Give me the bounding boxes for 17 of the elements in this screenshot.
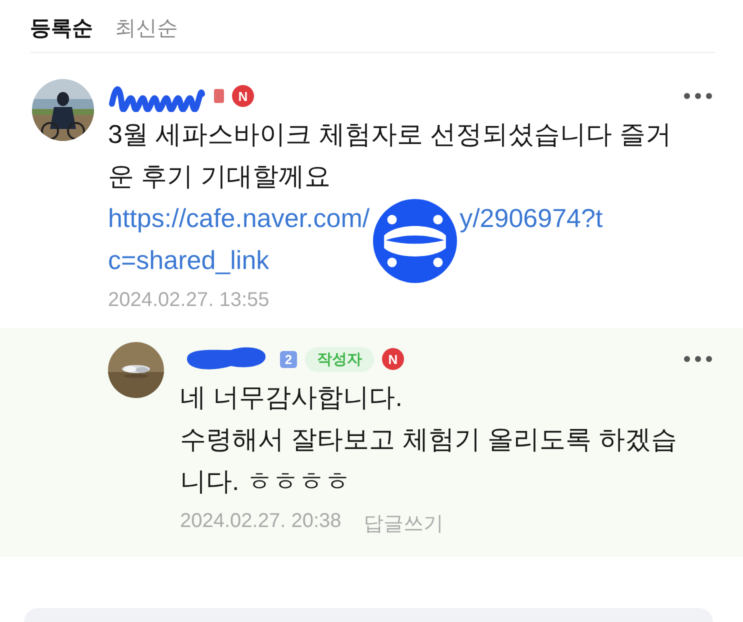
comment-date: 2024.02.27. 20:38 bbox=[180, 510, 342, 534]
level-badge-icon bbox=[214, 89, 224, 103]
sort-tab[interactable]: 최신순 bbox=[115, 14, 178, 42]
comment-date: 2024.02.27. 13:55 bbox=[108, 289, 270, 312]
new-badge: N bbox=[232, 85, 254, 107]
comment-text: 네 너무감사합니다. 수령해서 잘타보고 체험기 올리도록 하겠습니다. ㅎㅎㅎㅎ bbox=[180, 381, 678, 498]
reply-button[interactable]: 답글쓰기 bbox=[363, 510, 444, 537]
writer-badge: 작성자 bbox=[305, 346, 374, 372]
level-badge: 2 bbox=[280, 350, 297, 368]
more-icon[interactable] bbox=[683, 92, 713, 100]
more-icon[interactable] bbox=[683, 355, 713, 363]
link[interactable]: c=shared_link bbox=[108, 245, 270, 275]
link[interactable]: y/2906974?t bbox=[460, 203, 603, 233]
comment-text: 3월 세파스바이크 체험자로 선정되셨습니다 즐거운 후기 기대할께요 bbox=[108, 118, 672, 193]
new-badge: N bbox=[382, 348, 404, 370]
link[interactable]: https://cafe.naver.com/ bbox=[108, 203, 370, 233]
sort-tab[interactable]: 등록순 bbox=[30, 14, 93, 42]
